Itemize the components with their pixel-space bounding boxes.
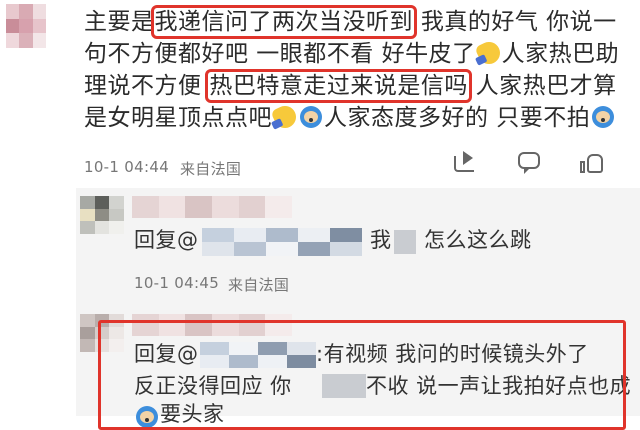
comment-segment: 主要是 [84, 9, 155, 35]
face-emoji-icon [592, 106, 615, 128]
comment-timestamp: 10-1 04:44 [84, 158, 170, 176]
like-icon[interactable] [580, 152, 604, 174]
reply-text: 回复@ [134, 224, 199, 256]
thumb-emoji-icon [474, 38, 504, 68]
comment-source: 来自法国 [180, 160, 242, 178]
reply-source: 来自法国 [228, 276, 290, 294]
comment-text: 主要是我递信问了两次当没听到 我真的好气 你说一句不方便都好吧 一眼都不看 好牛… [84, 5, 632, 134]
comment-icon[interactable] [518, 152, 540, 174]
thumb-emoji-icon [270, 102, 300, 132]
comment-segment: 人家态度多好的 只要不拍 [324, 105, 591, 131]
highlighted-phrase-1: 我递信问了两次当没听到 [150, 5, 417, 39]
highlight-box [98, 320, 626, 430]
reply-avatar[interactable] [80, 196, 124, 234]
blurred-word [394, 230, 416, 254]
reply-text-b: 怎么这么跳 [424, 228, 532, 252]
reply-prefix: 回复@ [134, 228, 199, 252]
reply-item: 回复@ 我 怎么这么跳 10-1 04:45 来自法国 [76, 188, 640, 306]
face-emoji-icon [300, 106, 322, 128]
blurred-mention [202, 228, 362, 256]
avatar[interactable] [6, 4, 46, 48]
share-icon[interactable] [452, 151, 478, 174]
reply-text-a: 我 [370, 228, 392, 252]
main-comment: 主要是我递信问了两次当没听到 我真的好气 你说一句不方便都好吧 一眼都不看 好牛… [0, 0, 640, 188]
blurred-username [132, 196, 292, 218]
reply-timestamp: 10-1 04:45 [134, 274, 220, 292]
highlighted-phrase-2: 热巴特意走过来说是信吗 [205, 69, 472, 103]
comment-actions [452, 151, 604, 174]
